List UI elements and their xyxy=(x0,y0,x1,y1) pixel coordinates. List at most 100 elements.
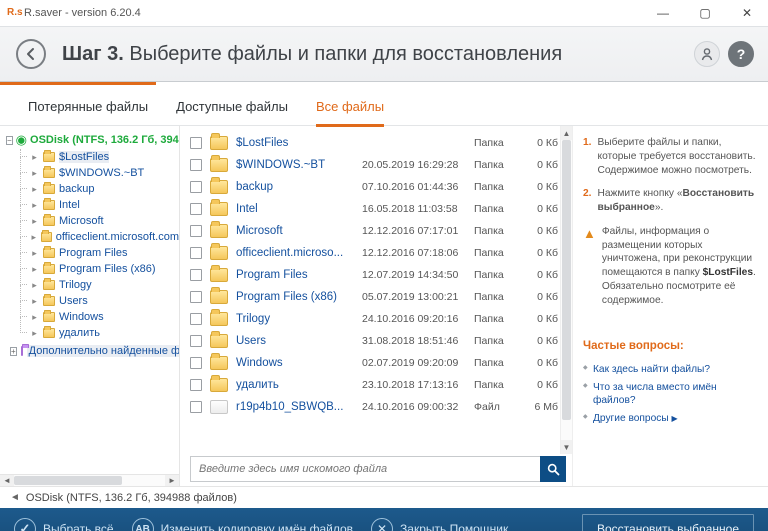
tab-all-files[interactable]: Все файлы xyxy=(316,99,384,127)
status-disk-label: OSDisk (NTFS, 136.2 Гб, 394988 файлов) xyxy=(26,492,237,504)
scroll-left-icon[interactable]: ◄ xyxy=(0,475,14,486)
tree-node[interactable]: ▸Trilogy xyxy=(20,277,179,293)
expand-icon[interactable]: ▸ xyxy=(30,233,37,242)
step-prefix: Шаг 3. xyxy=(62,43,124,65)
expand-icon[interactable]: ▸ xyxy=(30,201,39,210)
tab-lost-files[interactable]: Потерянные файлы xyxy=(28,99,148,125)
row-size: 0 Кб xyxy=(522,291,562,303)
extra-found-node[interactable]: + Дополнительно найденные файль xyxy=(4,345,179,357)
scroll-down-icon[interactable]: ▼ xyxy=(561,440,572,454)
file-row[interactable]: Windows02.07.2019 09:20:09Папка0 Кб xyxy=(180,352,566,374)
row-name: backup xyxy=(236,181,362,193)
file-row[interactable]: Intel16.05.2018 11:03:58Папка0 Кб xyxy=(180,198,566,220)
expand-icon[interactable]: ▸ xyxy=(30,329,39,338)
help-button[interactable]: ? xyxy=(728,41,754,67)
row-checkbox[interactable] xyxy=(190,137,202,149)
search-input[interactable] xyxy=(190,456,540,482)
file-row[interactable]: Program Files (x86)05.07.2019 13:00:21Па… xyxy=(180,286,566,308)
row-date: 12.12.2016 07:18:06 xyxy=(362,247,474,259)
tree-node[interactable]: ▸$LostFiles xyxy=(20,149,179,165)
expand-icon[interactable]: ▸ xyxy=(30,217,39,226)
file-row[interactable]: Microsoft12.12.2016 07:17:01Папка0 Кб xyxy=(180,220,566,242)
row-checkbox[interactable] xyxy=(190,291,202,303)
file-row[interactable]: officeclient.microso...12.12.2016 07:18:… xyxy=(180,242,566,264)
tab-available-files[interactable]: Доступные файлы xyxy=(176,99,288,125)
file-list[interactable]: $LostFilesПапка0 Кб$WINDOWS.~BT20.05.201… xyxy=(180,126,572,454)
close-window-button[interactable]: ✕ xyxy=(726,0,768,27)
row-checkbox[interactable] xyxy=(190,225,202,237)
faq-link[interactable]: Что за числа вместо имён файлов? xyxy=(593,382,717,407)
faq-link[interactable]: Как здесь найти файлы? xyxy=(593,364,710,375)
scroll-thumb[interactable] xyxy=(14,476,122,485)
tree-node[interactable]: ▸Windows xyxy=(20,309,179,325)
back-button[interactable] xyxy=(16,39,46,69)
expand-icon[interactable]: ▸ xyxy=(30,169,39,178)
select-all-button[interactable]: Выбрать всё xyxy=(14,518,114,531)
restore-selected-button[interactable]: Восстановить выбранное xyxy=(582,514,754,531)
row-checkbox[interactable] xyxy=(190,181,202,193)
folder-icon xyxy=(43,264,55,274)
expand-icon[interactable]: ▸ xyxy=(30,313,39,322)
tree-root-node[interactable]: − ◉ OSDisk (NTFS, 136.2 Гб, 394988 ф xyxy=(4,132,179,149)
row-date: 24.10.2016 09:00:32 xyxy=(362,401,474,413)
tree-node[interactable]: ▸Program Files (x86) xyxy=(20,261,179,277)
row-checkbox[interactable] xyxy=(190,357,202,369)
scroll-right-icon[interactable]: ► xyxy=(165,475,179,486)
tree-node[interactable]: ▸Users xyxy=(20,293,179,309)
minimize-button[interactable]: — xyxy=(642,0,684,27)
faq-item[interactable]: Как здесь найти файлы? xyxy=(583,361,756,379)
user-button[interactable] xyxy=(694,41,720,67)
file-row[interactable]: r19p4b10_SBWQB...24.10.2016 09:00:32Файл… xyxy=(180,396,566,418)
expand-icon[interactable]: ▸ xyxy=(30,153,39,162)
collapse-icon[interactable]: − xyxy=(6,136,13,145)
row-checkbox[interactable] xyxy=(190,335,202,347)
change-encoding-button[interactable]: АВ Изменить кодировку имён файлов xyxy=(132,518,353,531)
faq-item[interactable]: Что за числа вместо имён файлов? xyxy=(583,379,756,411)
maximize-button[interactable]: ▢ xyxy=(684,0,726,27)
tree-node[interactable]: ▸backup xyxy=(20,181,179,197)
folder-purple-icon xyxy=(21,346,23,356)
tree-node[interactable]: ▸Program Files xyxy=(20,245,179,261)
file-list-vertical-scrollbar[interactable]: ▲ ▼ xyxy=(560,126,572,454)
faq-item[interactable]: Другие вопросы ▶ xyxy=(583,410,756,428)
row-checkbox[interactable] xyxy=(190,379,202,391)
folder-tree[interactable]: − ◉ OSDisk (NTFS, 136.2 Гб, 394988 ф ▸$L… xyxy=(0,126,179,474)
breadcrumb-back-icon[interactable]: ◄ xyxy=(10,492,20,503)
expand-icon[interactable]: + xyxy=(10,347,17,356)
row-checkbox[interactable] xyxy=(190,159,202,171)
row-checkbox[interactable] xyxy=(190,247,202,259)
tree-node[interactable]: ▸officeclient.microsoft.com xyxy=(20,229,179,245)
expand-icon[interactable]: ▸ xyxy=(30,297,39,306)
file-row[interactable]: $LostFilesПапка0 Кб xyxy=(180,132,566,154)
search-button[interactable] xyxy=(540,456,566,482)
row-checkbox[interactable] xyxy=(190,401,202,413)
expand-icon[interactable]: ▸ xyxy=(30,249,39,258)
file-row[interactable]: backup07.10.2016 01:44:36Папка0 Кб xyxy=(180,176,566,198)
row-type: Папка xyxy=(474,247,522,259)
extra-found-label: Дополнительно найденные файль xyxy=(27,345,179,357)
file-row[interactable]: Program Files12.07.2019 14:34:50Папка0 К… xyxy=(180,264,566,286)
tree-node[interactable]: ▸Microsoft xyxy=(20,213,179,229)
row-checkbox[interactable] xyxy=(190,269,202,281)
scroll-thumb[interactable] xyxy=(562,140,571,420)
file-row[interactable]: Trilogy24.10.2016 09:20:16Папка0 Кб xyxy=(180,308,566,330)
tree-horizontal-scrollbar[interactable]: ◄ ► xyxy=(0,474,179,486)
expand-icon[interactable]: ▸ xyxy=(30,281,39,290)
folder-icon xyxy=(43,200,55,210)
scroll-up-icon[interactable]: ▲ xyxy=(561,126,572,140)
tree-node[interactable]: ▸удалить xyxy=(20,325,179,341)
faq-link[interactable]: Другие вопросы xyxy=(593,413,669,424)
expand-icon[interactable]: ▸ xyxy=(30,185,39,194)
expand-icon[interactable]: ▸ xyxy=(30,265,39,274)
file-row[interactable]: Users31.08.2018 18:51:46Папка0 Кб xyxy=(180,330,566,352)
row-size: 0 Кб xyxy=(522,159,562,171)
row-checkbox[interactable] xyxy=(190,203,202,215)
row-checkbox[interactable] xyxy=(190,313,202,325)
file-row[interactable]: удалить23.10.2018 17:13:16Папка0 Кб xyxy=(180,374,566,396)
file-row[interactable]: $WINDOWS.~BT20.05.2019 16:29:28Папка0 Кб xyxy=(180,154,566,176)
tree-node[interactable]: ▸Intel xyxy=(20,197,179,213)
wizard-header: Шаг 3. Выберите файлы и папки для восста… xyxy=(0,27,768,82)
tree-node[interactable]: ▸$WINDOWS.~BT xyxy=(20,165,179,181)
row-type: Папка xyxy=(474,269,522,281)
close-assistant-button[interactable]: Закрыть Помощник xyxy=(371,518,508,531)
